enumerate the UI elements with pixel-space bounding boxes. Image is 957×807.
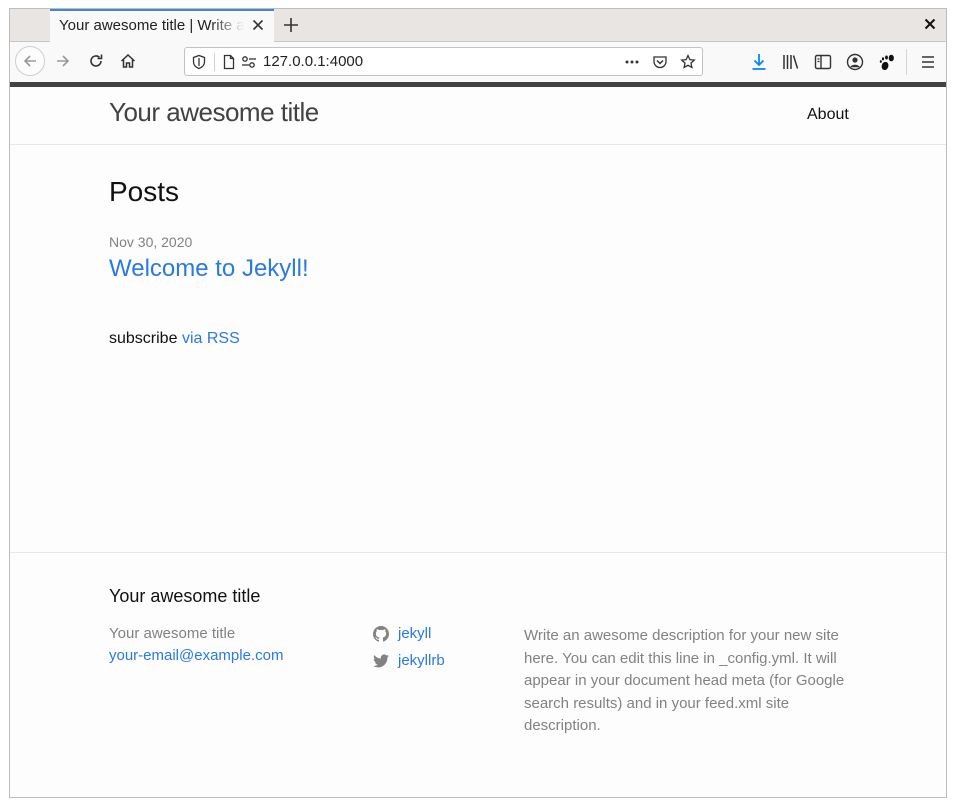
tab-title: Your awesome title | Write an awesome de…: [59, 17, 244, 34]
gnome-extension-icon[interactable]: [877, 52, 897, 72]
permissions-icon[interactable]: [241, 54, 257, 70]
tab-active[interactable]: Your awesome title | Write an awesome de…: [50, 9, 274, 42]
page-actions-icon[interactable]: [624, 54, 640, 70]
twitter-icon: [373, 654, 389, 667]
library-icon[interactable]: [781, 52, 801, 72]
forward-button[interactable]: [48, 46, 78, 76]
post-title-link[interactable]: Welcome to Jekyll!: [109, 255, 309, 283]
url-text: 127.0.0.1:4000: [263, 53, 364, 70]
bookmark-star-icon[interactable]: [680, 54, 696, 70]
account-icon[interactable]: [845, 52, 865, 72]
footer-email-link[interactable]: your-email@example.com: [109, 647, 283, 664]
twitter-username: jekyllrb: [398, 652, 445, 669]
download-icon[interactable]: [749, 52, 769, 72]
social-github-link[interactable]: jekyll: [373, 625, 431, 642]
footer-description: Write an awesome description for your ne…: [524, 627, 845, 734]
site-title-link[interactable]: Your awesome title: [109, 97, 319, 128]
url-bar[interactable]: 127.0.0.1:4000: [184, 47, 703, 76]
url-separator: [214, 53, 215, 71]
browser-window: Your awesome title | Write an awesome de…: [9, 8, 947, 798]
window-close-icon[interactable]: [924, 18, 936, 30]
new-tab-icon[interactable]: [281, 15, 301, 35]
sidebar-icon[interactable]: [813, 52, 833, 72]
page-content: Your awesome title About Posts Nov 30, 2…: [10, 82, 946, 797]
toolbar-separator: [906, 49, 907, 75]
nav-about-link[interactable]: About: [807, 106, 849, 124]
rss-link[interactable]: via RSS: [182, 330, 240, 347]
back-arrow-icon: [23, 55, 36, 67]
site-header: Your awesome title About: [10, 87, 946, 145]
nav-toolbar: 127.0.0.1:4000: [10, 42, 946, 82]
home-icon: [120, 53, 136, 68]
rss-prefix: subscribe: [109, 330, 178, 347]
site-footer: Your awesome title Your awesome title yo…: [10, 552, 946, 797]
home-button[interactable]: [113, 46, 143, 76]
pocket-icon[interactable]: [652, 54, 668, 70]
forward-arrow-icon: [57, 55, 70, 67]
rss-subscribe: subscribe via RSS: [109, 330, 240, 348]
page-icon[interactable]: [221, 54, 237, 70]
posts-heading: Posts: [109, 176, 180, 207]
shield-icon[interactable]: [191, 54, 207, 70]
reload-icon: [90, 54, 103, 67]
github-icon: [373, 625, 389, 642]
hamburger-menu-icon[interactable]: [918, 52, 938, 72]
footer-heading: Your awesome title: [109, 586, 261, 606]
social-twitter-link[interactable]: jekyllrb: [373, 652, 445, 669]
footer-site-name: Your awesome title: [109, 625, 236, 642]
post-date: Nov 30, 2020: [109, 234, 193, 250]
tab-close-icon[interactable]: [250, 17, 266, 33]
tab-strip: Your awesome title | Write an awesome de…: [10, 9, 946, 42]
reload-button[interactable]: [81, 46, 111, 76]
back-button[interactable]: [15, 46, 45, 76]
github-username: jekyll: [398, 625, 432, 642]
